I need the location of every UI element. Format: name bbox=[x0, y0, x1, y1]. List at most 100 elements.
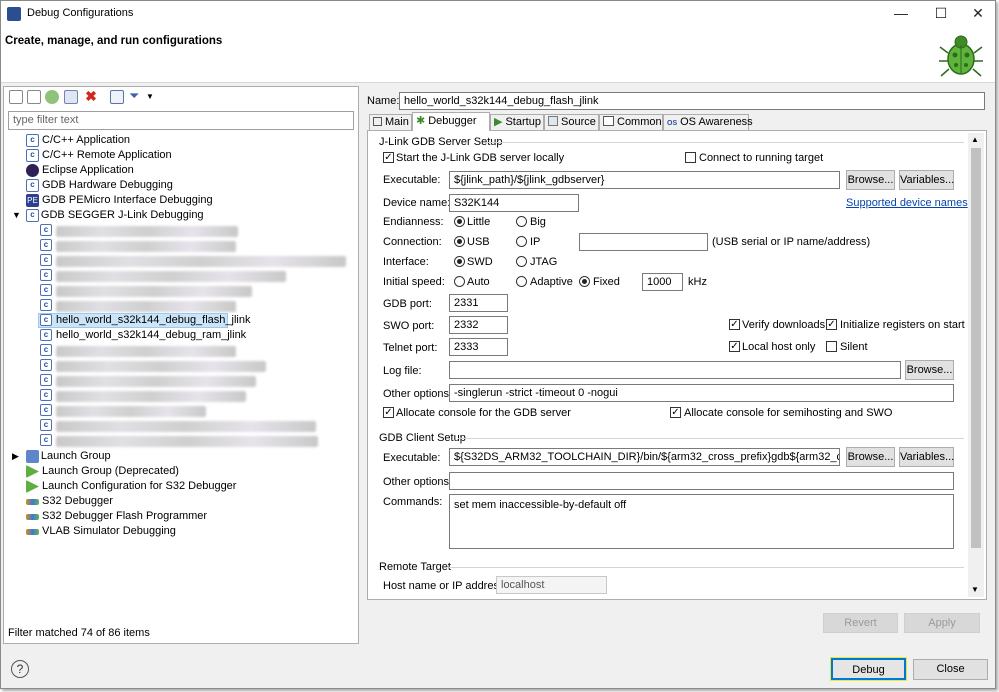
server-variables-button[interactable]: Variables... bbox=[899, 170, 954, 190]
usb-radio[interactable] bbox=[454, 236, 465, 247]
c-config-icon: c bbox=[40, 314, 52, 326]
scroll-up-icon[interactable]: ▲ bbox=[971, 135, 979, 144]
tree-item-pemicro[interactable]: PE GDB PEMicro Interface Debugging bbox=[26, 193, 213, 208]
scroll-thumb[interactable] bbox=[971, 148, 981, 548]
tab-source[interactable]: Source bbox=[544, 114, 599, 130]
init-registers-checkbox[interactable]: ✓ bbox=[826, 319, 837, 330]
close-button[interactable]: Close bbox=[913, 659, 988, 680]
blurred-item bbox=[56, 421, 316, 432]
telnet-port-input[interactable]: 2333 bbox=[449, 338, 508, 356]
tree-label: GDB SEGGER J-Link Debugging bbox=[40, 209, 204, 221]
ip-radio[interactable] bbox=[516, 236, 527, 247]
collapse-all-icon[interactable] bbox=[110, 90, 124, 104]
tree-label: Launch Group (Deprecated) bbox=[42, 465, 179, 477]
tree-item-s32-debugger[interactable]: S32 Debugger bbox=[26, 494, 113, 509]
tree-label: Eclipse Application bbox=[42, 164, 134, 176]
host-input[interactable]: localhost bbox=[496, 576, 607, 594]
log-file-input[interactable] bbox=[449, 361, 901, 379]
tree-item-cpp-remote[interactable]: c C/C++ Remote Application bbox=[26, 148, 172, 163]
verify-downloads-checkbox[interactable]: ✓ bbox=[729, 319, 740, 330]
filter-menu-icon[interactable]: ▼ bbox=[146, 90, 160, 104]
client-browse-button[interactable]: Browse... bbox=[846, 447, 895, 467]
tree-item-s32-flash[interactable]: S32 Debugger Flash Programmer bbox=[26, 509, 207, 524]
jtag-radio[interactable] bbox=[516, 256, 527, 267]
tab-startup[interactable]: ▶ Startup bbox=[490, 114, 544, 130]
tree-item-cpp-app[interactable]: c C/C++ Application bbox=[26, 133, 130, 148]
revert-button[interactable]: Revert bbox=[823, 613, 898, 633]
tree-item-eclipse[interactable]: Eclipse Application bbox=[26, 163, 134, 178]
host-label: Host name or IP address: bbox=[383, 580, 508, 592]
swo-port-input[interactable]: 2332 bbox=[449, 316, 508, 334]
tree-item-vlab[interactable]: VLAB Simulator Debugging bbox=[26, 524, 176, 539]
big-radio[interactable] bbox=[516, 216, 527, 227]
fixed-label: Fixed bbox=[593, 276, 620, 288]
blurred-item bbox=[56, 376, 256, 387]
auto-label: Auto bbox=[467, 276, 490, 288]
log-browse-button[interactable]: Browse... bbox=[905, 360, 954, 380]
auto-radio[interactable] bbox=[454, 276, 465, 287]
gdb-port-input[interactable]: 2331 bbox=[449, 294, 508, 312]
blurred-item bbox=[56, 346, 236, 357]
tab-main[interactable]: Main bbox=[369, 114, 412, 130]
device-input[interactable]: S32K144 bbox=[449, 194, 579, 212]
tree-item-gdb-hw[interactable]: c GDB Hardware Debugging bbox=[26, 178, 173, 193]
supported-devices-link[interactable]: Supported device names bbox=[846, 197, 968, 209]
client-variables-button[interactable]: Variables... bbox=[899, 447, 954, 467]
tree-item-launch-s32[interactable]: Launch Configuration for S32 Debugger bbox=[26, 479, 236, 494]
tab-common[interactable]: Common bbox=[599, 114, 663, 130]
commands-textarea[interactable]: set mem inaccessible-by-default off bbox=[449, 494, 954, 549]
apply-button[interactable]: Apply bbox=[904, 613, 980, 633]
tab-os-awareness[interactable]: OS OS Awareness bbox=[663, 114, 753, 130]
alloc-gdb-console-checkbox[interactable]: ✓ bbox=[383, 407, 394, 418]
speed-input[interactable]: 1000 bbox=[642, 273, 683, 291]
minimize-button[interactable]: — bbox=[881, 3, 921, 25]
collapse-arrow-icon[interactable]: ▼ bbox=[12, 210, 21, 220]
adaptive-radio[interactable] bbox=[516, 276, 527, 287]
tree-label: S32 Debugger bbox=[42, 495, 113, 507]
expand-arrow-icon[interactable]: ▶ bbox=[12, 451, 19, 461]
debug-button[interactable]: Debug bbox=[830, 657, 907, 681]
silent-checkbox[interactable] bbox=[826, 341, 837, 352]
new-config-icon[interactable] bbox=[9, 90, 23, 104]
filter-input[interactable]: type filter text bbox=[8, 111, 354, 130]
swd-label: SWD bbox=[467, 256, 493, 268]
help-icon[interactable]: ? bbox=[11, 660, 29, 678]
server-exe-input[interactable]: ${jlink_path}/${jlink_gdbserver} bbox=[449, 171, 840, 189]
tab-debugger[interactable]: ✱ Debugger bbox=[412, 112, 490, 131]
local-host-only-checkbox[interactable]: ✓ bbox=[729, 341, 740, 352]
export-icon[interactable] bbox=[45, 90, 59, 104]
blurred-item bbox=[56, 286, 252, 297]
client-exe-input[interactable]: ${S32DS_ARM32_TOOLCHAIN_DIR}/bin/${arm32… bbox=[449, 448, 840, 466]
c-config-icon: c bbox=[40, 329, 52, 341]
blurred-item bbox=[56, 361, 266, 372]
tree-item-ram-jlink[interactable]: hello_world_s32k144_debug_ram_jlink bbox=[56, 329, 246, 341]
init-regs-label: Initialize registers on start bbox=[840, 319, 965, 331]
close-window-button[interactable]: ✕ bbox=[958, 3, 998, 25]
tree-item-launch-group-deprecated[interactable]: Launch Group (Deprecated) bbox=[26, 464, 179, 479]
tree-item-launch-group[interactable]: ▶ Launch Group bbox=[12, 449, 111, 464]
gdb-hw-icon: c bbox=[26, 179, 39, 192]
scroll-down-icon[interactable]: ▼ bbox=[971, 585, 979, 594]
server-other-options-input[interactable]: -singlerun -strict -timeout 0 -nogui bbox=[449, 384, 954, 402]
duplicate-icon[interactable] bbox=[64, 90, 78, 104]
swd-radio[interactable] bbox=[454, 256, 465, 267]
fixed-radio[interactable] bbox=[579, 276, 590, 287]
common-tab-icon bbox=[603, 116, 614, 126]
ip-address-input[interactable] bbox=[579, 233, 708, 251]
c-config-icon: c bbox=[40, 269, 52, 281]
tab-label: Source bbox=[561, 116, 596, 128]
alloc-semihosting-checkbox[interactable]: ✓ bbox=[670, 407, 681, 418]
little-radio[interactable] bbox=[454, 216, 465, 227]
tree-item-segger[interactable]: ▼ c GDB SEGGER J-Link Debugging bbox=[12, 208, 204, 223]
khz-label: kHz bbox=[688, 276, 707, 288]
new-prototype-icon[interactable] bbox=[27, 90, 41, 104]
server-browse-button[interactable]: Browse... bbox=[846, 170, 895, 190]
speed-label: Initial speed: bbox=[383, 276, 445, 288]
maximize-button[interactable]: ☐ bbox=[921, 3, 961, 25]
client-other-input[interactable] bbox=[449, 472, 954, 490]
config-name-input[interactable]: hello_world_s32k144_debug_flash_jlink bbox=[399, 92, 985, 110]
connect-running-checkbox[interactable] bbox=[685, 152, 696, 163]
delete-icon[interactable]: ✖ bbox=[84, 89, 98, 104]
filter-icon[interactable]: ⏷ bbox=[129, 89, 143, 104]
start-local-checkbox[interactable]: ✓ bbox=[383, 152, 394, 163]
